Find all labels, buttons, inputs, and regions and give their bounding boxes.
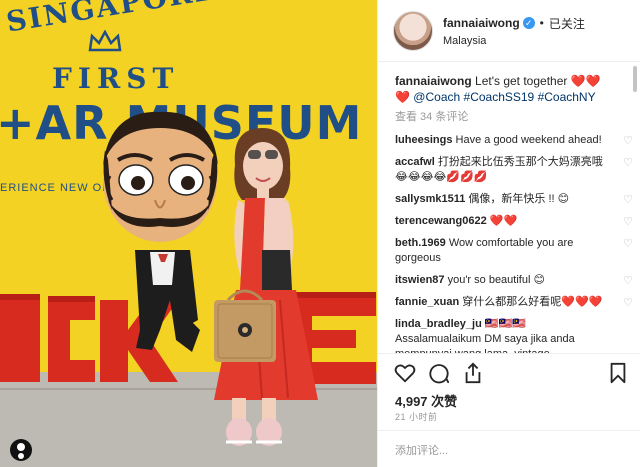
- post-header: fannaiaiwong ✓ • 已关注 Malaysia: [378, 0, 640, 62]
- comment-like-heart-icon[interactable]: ♡: [623, 156, 633, 171]
- caption-hashtags[interactable]: #CoachSS19 #CoachNY: [464, 90, 596, 104]
- comment-text: Have a good weekend ahead!: [455, 134, 602, 146]
- actions-divider: [378, 353, 640, 354]
- post-timestamp[interactable]: 21 小时前: [395, 410, 438, 423]
- bookmark-icon[interactable]: [608, 362, 628, 384]
- comment-like-heart-icon[interactable]: ♡: [623, 193, 633, 208]
- comments-list: fannaiaiwong Let's get together ❤️❤️❤️ @…: [378, 63, 640, 353]
- user-tag-icon[interactable]: [10, 439, 32, 461]
- comment-like-heart-icon[interactable]: ♡: [623, 274, 633, 289]
- comment-item: fannie_xuan 穿什么都那么好看呢❤️❤️❤️ ♡: [395, 295, 633, 310]
- post-caption: fannaiaiwong Let's get together ❤️❤️❤️ @…: [395, 73, 611, 105]
- add-comment-input[interactable]: 添加评论...: [395, 442, 448, 458]
- comment-username[interactable]: linda_bradley_ju: [395, 318, 482, 330]
- comment-like-heart-icon[interactable]: ♡: [623, 215, 633, 230]
- photo-subjects: [103, 111, 318, 446]
- comment-input-divider: [378, 430, 640, 431]
- post-photo[interactable]: SINGAPORE'S FIRST +AR MUSEUM ERIENCE NEW…: [0, 0, 377, 467]
- comment-icon[interactable]: [428, 362, 450, 384]
- comment-username[interactable]: beth.1969: [395, 237, 446, 249]
- comment-text: you'r so beautiful 😊: [447, 274, 545, 286]
- caption-username[interactable]: fannaiaiwong: [395, 74, 472, 88]
- comment-text: 偶像，新年快乐 !! 😊: [468, 193, 570, 205]
- separator-dot: •: [539, 16, 544, 30]
- comment-item: beth.1969 Wow comfortable you are gorgeo…: [395, 236, 633, 266]
- comment-username[interactable]: sallysmk1511: [395, 193, 465, 205]
- follow-button[interactable]: 已关注: [549, 15, 585, 32]
- comment-username[interactable]: fannie_xuan: [395, 296, 459, 308]
- comment-text: ❤️❤️: [489, 215, 518, 227]
- post-author: fannaiaiwong ✓ • 已关注 Malaysia: [443, 15, 585, 47]
- comment-item: linda_bradley_ju 🇲🇾🇲🇾🇲🇾 Assalamualaikum …: [395, 317, 611, 353]
- comment-text: 🇲🇾🇲🇾🇲🇾: [484, 318, 526, 330]
- share-icon[interactable]: [462, 362, 484, 384]
- author-row: fannaiaiwong ✓ • 已关注: [443, 15, 585, 32]
- comment-like-heart-icon[interactable]: ♡: [623, 296, 633, 311]
- comment-like-heart-icon[interactable]: ♡: [623, 134, 633, 149]
- verified-icon: ✓: [522, 17, 535, 29]
- comment-text: Assalamualaikum DM saya jika anda mempun…: [395, 333, 575, 353]
- post-actions: [390, 362, 630, 386]
- comment-item: sallysmk1511 偶像，新年快乐 !! 😊 ♡: [395, 192, 633, 207]
- caption-mention[interactable]: @Coach: [413, 90, 460, 104]
- comment-item: luheesings Have a good weekend ahead! ♡: [395, 133, 633, 148]
- caption-text: Let's get together: [475, 74, 568, 88]
- comment-like-heart-icon[interactable]: ♡: [623, 237, 633, 252]
- comment-item: accafwl 打扮起来比伍秀玉那个大妈漂亮哦😂😂😂😂💋💋💋 ♡: [395, 155, 633, 185]
- comment-username[interactable]: accafwl: [395, 156, 435, 168]
- post-panel: fannaiaiwong ✓ • 已关注 Malaysia fannaiaiwo…: [377, 0, 640, 467]
- comment-item: itswien87 you'r so beautiful 😊 ♡: [395, 273, 633, 288]
- comment-username[interactable]: terencewang0622: [395, 215, 487, 227]
- location-link[interactable]: Malaysia: [443, 35, 585, 47]
- heart-icon[interactable]: [394, 362, 416, 384]
- comment-username[interactable]: itswien87: [395, 274, 445, 286]
- author-username[interactable]: fannaiaiwong: [443, 16, 520, 30]
- avatar[interactable]: [393, 10, 433, 51]
- view-all-comments-link[interactable]: 查看 34 条评论: [395, 108, 611, 124]
- comment-text: 穿什么都那么好看呢❤️❤️❤️: [462, 296, 603, 308]
- comment-item: terencewang0622 ❤️❤️ ♡: [395, 214, 633, 229]
- comment-username[interactable]: luheesings: [395, 134, 452, 146]
- likes-count[interactable]: 4,997 次赞: [395, 391, 457, 410]
